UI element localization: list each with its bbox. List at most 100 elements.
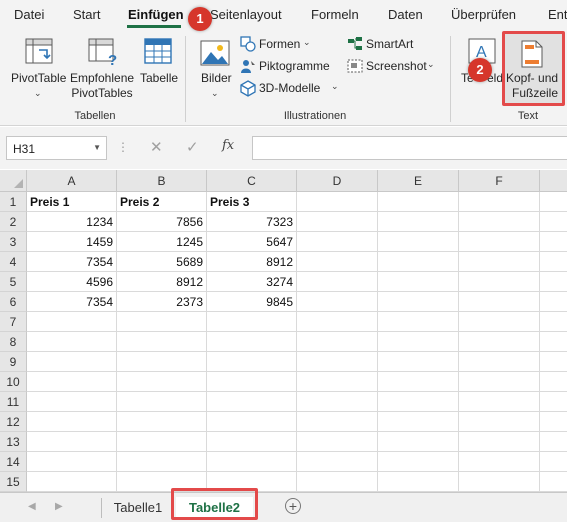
tab-formeln[interactable]: Formeln [311,7,359,22]
grid-cell[interactable] [297,452,378,472]
grid-cell[interactable] [459,232,540,252]
grid-cell[interactable] [378,292,459,312]
row-header[interactable]: 11 [0,392,27,412]
row-header[interactable]: 2 [0,212,27,232]
grid-cell[interactable] [378,332,459,352]
grid-cell[interactable]: Preis 3 [207,192,297,212]
grid-cell[interactable] [459,292,540,312]
grid-cell[interactable] [297,332,378,352]
grid-cell[interactable] [378,192,459,212]
grid-cell[interactable] [297,352,378,372]
column-header[interactable]: C [207,170,297,192]
grid-cell[interactable] [27,332,117,352]
grid-cell[interactable]: 7856 [117,212,207,232]
row-header[interactable]: 1 [0,192,27,212]
previous-sheet-icon[interactable]: ◀ [28,501,36,512]
tab-entwicklertools[interactable]: Ent [548,7,567,22]
cancel-icon[interactable]: ✕ [150,138,163,156]
grid-cell[interactable] [207,432,297,452]
grid-cell[interactable]: 1459 [27,232,117,252]
grid-cell[interactable] [117,352,207,372]
row-header[interactable]: 13 [0,432,27,452]
grid-cell[interactable] [459,432,540,452]
grid-cell[interactable] [378,392,459,412]
grid-cell[interactable] [297,232,378,252]
row-header[interactable]: 14 [0,452,27,472]
grid-cell[interactable] [27,372,117,392]
grid-cell[interactable] [297,192,378,212]
grid-cell[interactable] [207,452,297,472]
grid-cell[interactable]: 5689 [117,252,207,272]
drag-handle-icon[interactable]: ⋮ [117,140,129,154]
grid-cell[interactable] [207,332,297,352]
grid-cell[interactable]: Preis 2 [117,192,207,212]
grid-cell[interactable] [378,472,459,492]
row-header[interactable]: 5 [0,272,27,292]
grid-cell[interactable] [378,272,459,292]
grid-cell[interactable] [297,312,378,332]
grid-cell[interactable] [27,412,117,432]
grid-cell[interactable] [459,272,540,292]
grid-cell[interactable] [378,452,459,472]
grid-cell[interactable] [297,372,378,392]
grid-cell[interactable] [117,392,207,412]
confirm-icon[interactable]: ✓ [186,138,199,156]
row-header[interactable]: 6 [0,292,27,312]
row-header[interactable]: 10 [0,372,27,392]
grid-cell[interactable] [378,232,459,252]
row-header[interactable]: 12 [0,412,27,432]
column-header[interactable]: E [378,170,459,192]
name-box[interactable]: H31 ▼ [6,136,107,160]
tab-daten[interactable]: Daten [388,7,423,22]
column-header[interactable]: A [27,170,117,192]
grid-cell[interactable]: 8912 [207,252,297,272]
grid-cell[interactable] [27,452,117,472]
sheet-tab-tabelle1[interactable]: Tabelle1 [106,497,170,519]
column-header[interactable]: D [297,170,378,192]
grid-cell[interactable]: 7354 [27,292,117,312]
grid-cell[interactable] [459,452,540,472]
grid-cell[interactable]: 7354 [27,252,117,272]
grid-cell[interactable] [378,372,459,392]
grid-cell[interactable] [378,432,459,452]
grid-cell[interactable] [27,352,117,372]
grid-cell[interactable] [117,372,207,392]
grid-cell[interactable]: Preis 1 [27,192,117,212]
grid-cell[interactable] [459,312,540,332]
grid-cell[interactable] [459,352,540,372]
grid-cell[interactable] [297,292,378,312]
grid-cell[interactable]: 2373 [117,292,207,312]
grid-cell[interactable] [117,332,207,352]
tab-datei[interactable]: Datei [14,7,44,22]
grid-cell[interactable] [207,412,297,432]
grid-cell[interactable] [378,252,459,272]
row-header[interactable]: 7 [0,312,27,332]
select-all-button[interactable] [0,170,27,192]
grid-cell[interactable] [207,392,297,412]
grid-cell[interactable] [297,252,378,272]
grid-cell[interactable] [27,472,117,492]
grid-cell[interactable] [459,472,540,492]
tab-einfuegen[interactable]: Einfügen [128,7,184,22]
grid-cell[interactable] [297,432,378,452]
grid-cell[interactable] [297,412,378,432]
grid-cell[interactable]: 1245 [117,232,207,252]
grid-cell[interactable] [297,472,378,492]
grid-cell[interactable] [459,332,540,352]
tab-ueberpruefen[interactable]: Überprüfen [451,7,516,22]
row-header[interactable]: 15 [0,472,27,492]
grid-cell[interactable] [297,392,378,412]
grid-cell[interactable] [297,212,378,232]
grid-cell[interactable]: 3274 [207,272,297,292]
tab-seitenlayout[interactable]: Seitenlayout [210,7,282,22]
grid-cell[interactable] [378,412,459,432]
row-header[interactable]: 3 [0,232,27,252]
grid-cell[interactable] [297,272,378,292]
grid-cell[interactable]: 9845 [207,292,297,312]
grid-cell[interactable] [207,312,297,332]
grid-cell[interactable]: 8912 [117,272,207,292]
grid-cell[interactable] [459,412,540,432]
grid-cell[interactable] [378,212,459,232]
grid-cell[interactable] [459,192,540,212]
grid-cell[interactable]: 7323 [207,212,297,232]
